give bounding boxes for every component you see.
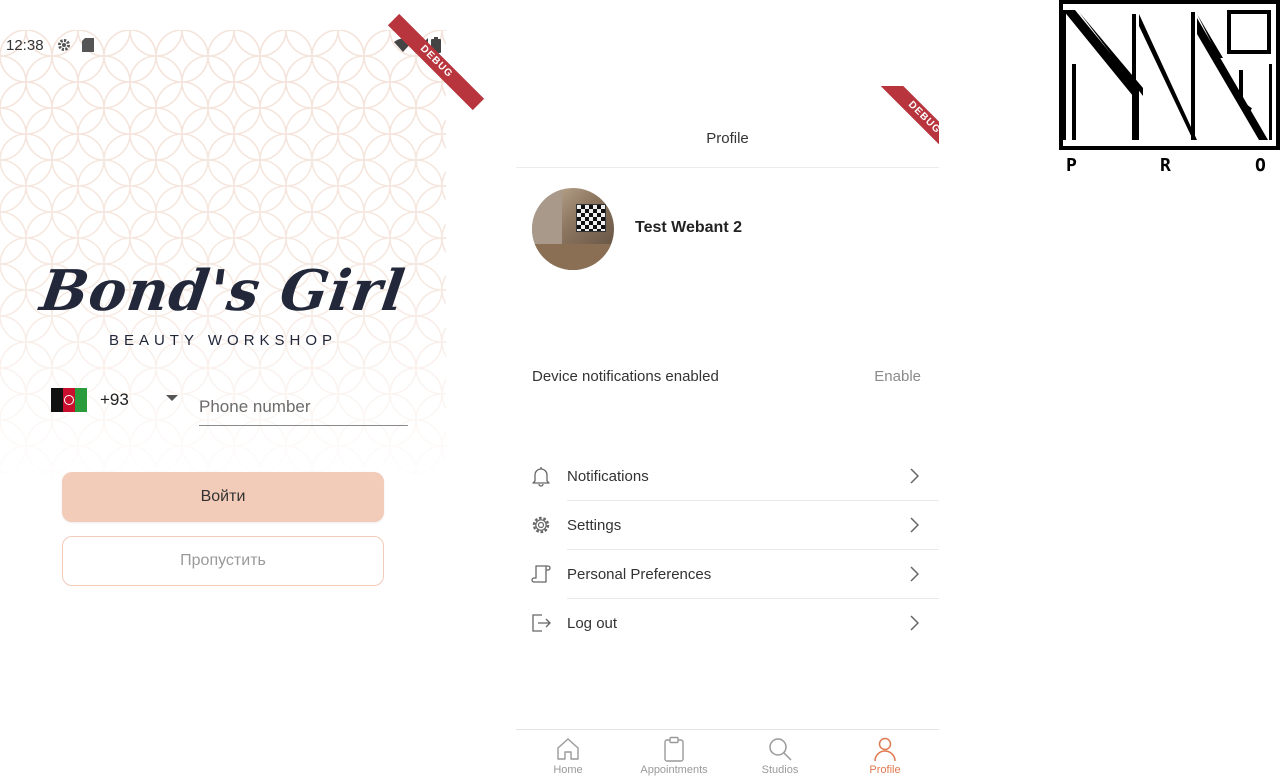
menu-item-label: Notifications (567, 468, 649, 485)
skip-button[interactable]: Пропустить (62, 536, 384, 586)
menu-item-personal-preferences[interactable]: Personal Preferences (530, 550, 939, 599)
device-notifications-row: Device notifications enabled Enable (532, 368, 922, 388)
avatar[interactable] (532, 188, 614, 270)
home-icon (557, 738, 579, 760)
brand-logo: Bond's Girl BEAUTY WORKSHOP (0, 258, 446, 349)
scroll-icon (531, 565, 551, 583)
chevron-right-icon (910, 566, 919, 582)
chevron-right-icon (910, 615, 919, 631)
login-screen: Bond's Girl BEAUTY WORKSHOP +93 Войти Пр… (0, 30, 446, 782)
chevron-right-icon (910, 517, 919, 533)
enable-notifications-button[interactable]: Enable (874, 368, 921, 385)
tab-studios[interactable]: Studios (730, 736, 830, 776)
tab-label: Appointments (640, 764, 708, 776)
phone-number-input[interactable] (199, 388, 408, 426)
tab-label: Home (553, 764, 583, 776)
user-icon (874, 737, 896, 762)
logout-icon (532, 614, 551, 632)
tab-profile[interactable]: Profile (835, 736, 935, 776)
brand-subtitle: BEAUTY WORKSHOP (108, 332, 338, 349)
debug-banner: DEBUG (875, 86, 939, 167)
menu-item-label: Personal Preferences (567, 566, 712, 583)
bell-icon (532, 467, 550, 487)
chevron-down-icon[interactable] (166, 395, 178, 401)
status-bar: 12:38 (0, 30, 446, 60)
menu-item-settings[interactable]: Settings (530, 501, 939, 550)
country-flag-selector[interactable] (51, 388, 87, 412)
login-button[interactable]: Войти (62, 472, 384, 522)
device-notifications-label: Device notifications enabled (532, 368, 719, 385)
brand-name: Bond's Girl (36, 258, 410, 324)
gear-icon (58, 39, 70, 51)
tab-appointments[interactable]: Appointments (624, 736, 724, 776)
pro-logo: P R O (1058, 0, 1280, 180)
sd-card-icon (82, 38, 94, 52)
menu-item-log-out[interactable]: Log out (530, 599, 939, 648)
user-name: Test Webant 2 (635, 219, 742, 236)
menu-item-label: Settings (567, 517, 622, 534)
menu-item-label: Log out (567, 615, 618, 632)
chevron-right-icon (910, 468, 919, 484)
dial-code[interactable]: +93 (100, 390, 129, 410)
phone-entry: +93 (50, 386, 410, 428)
bottom-tab-bar: Home Appointments Studios Profile (516, 729, 939, 782)
search-icon (769, 738, 792, 761)
page-title: Profile (706, 130, 749, 147)
header-divider (516, 167, 939, 168)
logo-emblem (1059, 0, 1280, 150)
logo-letter: P (1066, 155, 1077, 176)
logo-letter: O (1255, 155, 1266, 176)
flag-emblem-icon (64, 395, 74, 405)
logo-letters: P R O (1058, 155, 1280, 179)
tab-home[interactable]: Home (518, 736, 618, 776)
profile-menu: Notifications Settings Personal Preferen… (530, 452, 939, 648)
tab-label: Profile (869, 764, 901, 776)
gear-icon (532, 516, 550, 534)
tab-label: Studios (761, 764, 799, 776)
menu-item-notifications[interactable]: Notifications (530, 452, 939, 501)
profile-screen: DEBUG Profile Test Webant 2 Device notif… (516, 86, 939, 782)
status-time: 12:38 (6, 37, 44, 54)
clipboard-icon (664, 736, 684, 762)
logo-letter: R (1160, 155, 1171, 176)
